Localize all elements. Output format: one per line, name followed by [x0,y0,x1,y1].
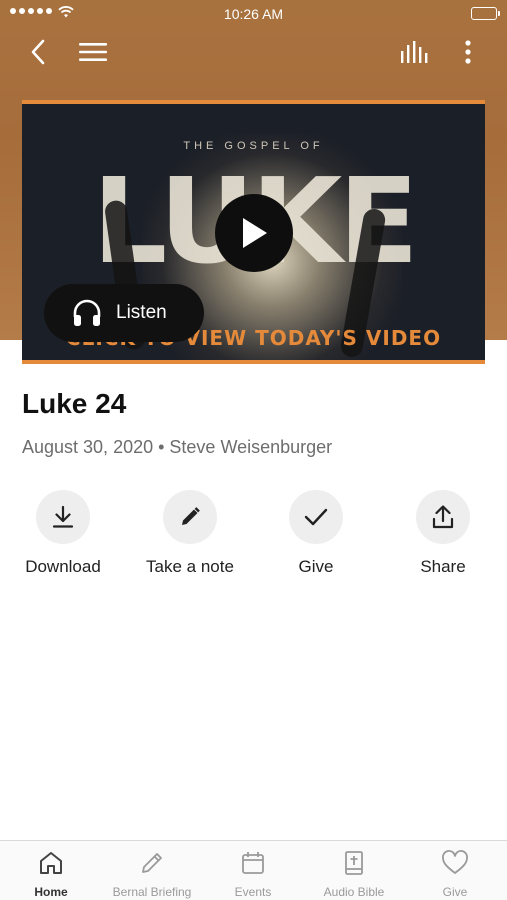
give-circle [289,490,343,544]
download-button[interactable]: Download [8,490,118,577]
chevron-left-icon [31,39,45,65]
video-kicker-text: THE GOSPEL OF [183,140,324,152]
share-icon [432,505,454,529]
play-icon [243,218,267,248]
take-a-note-circle [163,490,217,544]
tab-events[interactable]: Events [203,849,303,899]
bottom-tab-bar: Home Bernal Briefing Events Audio Bible … [0,840,507,900]
top-navigation [0,30,507,74]
battery-icon [471,7,500,20]
vertical-ellipsis-icon [465,40,471,64]
give-button[interactable]: Give [261,490,371,577]
action-row: Download Take a note Give Share [0,490,507,590]
share-button[interactable]: Share [388,490,498,577]
more-options-button[interactable] [452,36,484,68]
back-button[interactable] [22,36,54,68]
tab-events-label: Events [234,885,272,899]
tab-home[interactable]: Home [1,849,101,899]
calendar-icon [242,852,264,874]
sermon-meta: August 30, 2020 • Steve Weisenburger [22,437,333,457]
tab-give-label: Give [442,885,468,899]
tab-bernal-briefing-label: Bernal Briefing [112,885,192,899]
give-label: Give [298,557,334,576]
checkmark-icon [304,508,328,526]
tab-audio-bible[interactable]: Audio Bible [304,849,404,899]
pencil-icon [142,853,162,873]
audio-button[interactable] [399,36,431,68]
download-label: Download [25,557,101,576]
bible-icon [345,851,363,875]
sermon-title: Luke 24 [22,388,127,419]
tab-home-label: Home [34,885,68,899]
take-a-note-button[interactable]: Take a note [135,490,245,577]
listen-button[interactable]: Listen [44,284,204,342]
status-time: 10:26 AM [223,6,284,22]
home-icon [40,852,62,874]
share-label: Share [420,557,466,576]
share-circle [416,490,470,544]
equalizer-icon [401,41,428,63]
hamburger-icon [79,43,107,61]
tab-bernal-briefing[interactable]: Bernal Briefing [102,849,202,899]
heart-icon [442,850,468,874]
pencil-icon [182,507,200,525]
download-circle [36,490,90,544]
tab-give[interactable]: Give [405,849,505,899]
download-icon [52,505,74,528]
listen-label: Listen [116,302,167,323]
menu-button[interactable] [77,36,109,68]
take-a-note-label: Take a note [146,557,234,576]
tab-audio-bible-label: Audio Bible [323,885,385,899]
play-button[interactable] [215,194,293,272]
headphones-icon [73,299,101,326]
status-bar: 10:26 AM [0,0,507,28]
